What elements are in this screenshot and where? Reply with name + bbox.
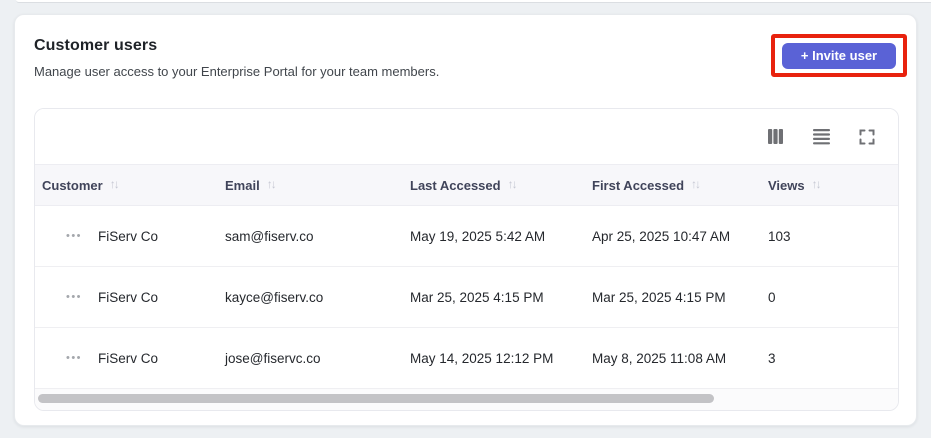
column-header-customer[interactable]: Customer ↑↓ xyxy=(35,177,218,193)
customer-cell: ••• FiServ Co xyxy=(35,351,218,366)
column-label: First Accessed xyxy=(592,177,685,193)
sort-icon[interactable]: ↑↓ xyxy=(267,177,277,191)
views-cell: 103 xyxy=(768,228,791,244)
customer-cell: ••• FiServ Co xyxy=(35,229,218,244)
column-label: Last Accessed xyxy=(410,177,501,193)
first-accessed-cell: May 8, 2025 11:08 AM xyxy=(592,350,727,366)
customer-users-panel: Customer users Manage user access to you… xyxy=(14,14,917,426)
last-accessed-cell: May 19, 2025 5:42 AM xyxy=(410,228,546,244)
table-row: ••• FiServ Co sam@fiserv.co May 19, 2025… xyxy=(35,206,898,267)
row-height-icon[interactable] xyxy=(811,127,831,147)
columns-icon[interactable] xyxy=(765,127,785,147)
customer-name: FiServ Co xyxy=(98,289,159,305)
row-actions-icon[interactable]: ••• xyxy=(62,291,86,303)
table-header-row: Customer ↑↓ Email ↑↓ Last Accessed ↑↓ Fi… xyxy=(35,164,898,206)
page-title: Customer users xyxy=(34,37,158,54)
fullscreen-icon[interactable] xyxy=(857,127,877,147)
page-subtitle: Manage user access to your Enterprise Po… xyxy=(34,64,440,79)
sort-icon[interactable]: ↑↓ xyxy=(812,177,822,191)
sort-icon[interactable]: ↑↓ xyxy=(508,177,518,191)
column-label: Customer xyxy=(42,177,103,193)
horizontal-scrollbar-track[interactable] xyxy=(35,389,898,410)
horizontal-scrollbar-thumb[interactable] xyxy=(38,394,714,403)
column-label: Email xyxy=(225,177,260,193)
previous-card-bottom-edge xyxy=(16,0,931,3)
row-actions-icon[interactable]: ••• xyxy=(62,230,86,242)
customer-name: FiServ Co xyxy=(98,228,159,244)
invite-user-button[interactable]: + Invite user xyxy=(782,42,896,69)
column-header-last-accessed[interactable]: Last Accessed ↑↓ xyxy=(403,177,585,193)
views-cell: 0 xyxy=(768,289,776,305)
sort-icon[interactable]: ↑↓ xyxy=(691,177,701,191)
first-accessed-cell: Mar 25, 2025 4:15 PM xyxy=(592,289,726,305)
email-cell: sam@fiserv.co xyxy=(225,228,314,244)
last-accessed-cell: May 14, 2025 12:12 PM xyxy=(410,350,554,366)
sort-icon[interactable]: ↑↓ xyxy=(110,177,120,191)
column-label: Views xyxy=(768,177,805,193)
customer-name: FiServ Co xyxy=(98,350,159,366)
column-header-email[interactable]: Email ↑↓ xyxy=(218,177,403,193)
last-accessed-cell: Mar 25, 2025 4:15 PM xyxy=(410,289,544,305)
users-table: Customer ↑↓ Email ↑↓ Last Accessed ↑↓ Fi… xyxy=(34,108,899,411)
first-accessed-cell: Apr 25, 2025 10:47 AM xyxy=(592,228,731,244)
customer-cell: ••• FiServ Co xyxy=(35,290,218,305)
views-cell: 3 xyxy=(768,350,776,366)
column-header-views[interactable]: Views ↑↓ xyxy=(761,177,898,193)
table-row: ••• FiServ Co kayce@fiserv.co Mar 25, 20… xyxy=(35,267,898,328)
annotation-highlight: + Invite user xyxy=(771,34,907,77)
row-actions-icon[interactable]: ••• xyxy=(62,352,86,364)
table-toolbar xyxy=(35,109,898,164)
email-cell: kayce@fiserv.co xyxy=(225,289,324,305)
table-row: ••• FiServ Co jose@fiservc.co May 14, 20… xyxy=(35,328,898,389)
email-cell: jose@fiservc.co xyxy=(225,350,321,366)
column-header-first-accessed[interactable]: First Accessed ↑↓ xyxy=(585,177,761,193)
